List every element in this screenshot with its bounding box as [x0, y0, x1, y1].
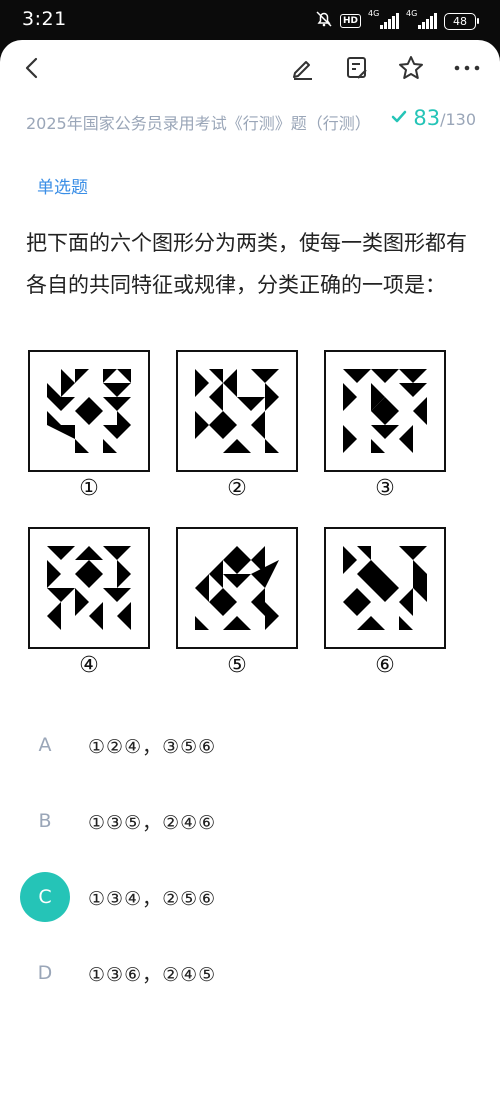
option-text: ①③④，②⑤⑥	[88, 888, 217, 910]
figure-label: ⑤	[227, 653, 247, 678]
signal-icon: 4G	[368, 9, 399, 29]
option-letter: A	[38, 734, 52, 756]
figure-label: ①	[79, 476, 99, 501]
option-text: ①③⑤，②④⑥	[88, 812, 217, 834]
pencil-icon[interactable]	[288, 53, 318, 83]
option-letter: B	[38, 810, 52, 832]
question-text: 把下面的六个图形分为两类，使每一类图形都有各自的共同特征或规律，分类正确的一项是…	[26, 231, 467, 297]
figure-box	[176, 527, 298, 649]
note-edit-icon[interactable]	[342, 53, 372, 83]
figure-5: ⑤	[176, 527, 298, 678]
status-bar: 3:21 HD 4G 4G 48	[0, 0, 500, 40]
figure-box	[28, 527, 150, 649]
option-b[interactable]: B ①③⑤，②④⑥	[20, 796, 480, 846]
star-icon[interactable]	[396, 53, 426, 83]
hd-badge: HD	[339, 14, 361, 28]
signal-icon-2: 4G	[406, 9, 437, 29]
figure-box	[176, 350, 298, 472]
option-c[interactable]: C ①③④，②⑤⑥	[20, 872, 480, 922]
option-text: ①②④，③⑤⑥	[88, 736, 217, 758]
figure-box	[324, 527, 446, 649]
figure-label: ②	[227, 476, 247, 501]
figure-box	[28, 350, 150, 472]
figure-box	[324, 350, 446, 472]
more-dots-icon[interactable]	[452, 53, 482, 83]
check-icon	[392, 110, 407, 123]
question-type-label: 单选题	[37, 178, 88, 198]
figure-1: ①	[28, 350, 150, 501]
figure-label: ④	[79, 653, 99, 678]
progress-indicator: 83/130	[391, 106, 476, 130]
figure-label: ③	[375, 476, 395, 501]
option-letter: D	[37, 962, 53, 984]
figure-2: ②	[176, 350, 298, 501]
status-icons: HD 4G 4G 48	[315, 9, 479, 32]
figure-label: ⑥	[375, 653, 395, 678]
option-a[interactable]: A ①②④，③⑤⑥	[20, 720, 480, 770]
figure-4: ④	[28, 527, 150, 678]
figure-6: ⑥	[324, 527, 446, 678]
option-text: ①③⑥，②④⑤	[88, 964, 217, 986]
progress-current: 83	[413, 106, 441, 130]
battery-icon: 48	[444, 12, 479, 30]
mute-bell-icon	[315, 10, 333, 32]
back-arrow-icon[interactable]	[18, 53, 48, 83]
breadcrumb[interactable]: 2025年国家公务员录用考试《行测》题（行测）	[26, 110, 371, 134]
option-letter-selected: C	[20, 872, 70, 922]
option-d[interactable]: D ①③⑥，②④⑤	[20, 948, 480, 998]
progress-total: /130	[440, 110, 476, 129]
status-time: 3:21	[22, 8, 67, 30]
figure-3: ③	[324, 350, 446, 501]
